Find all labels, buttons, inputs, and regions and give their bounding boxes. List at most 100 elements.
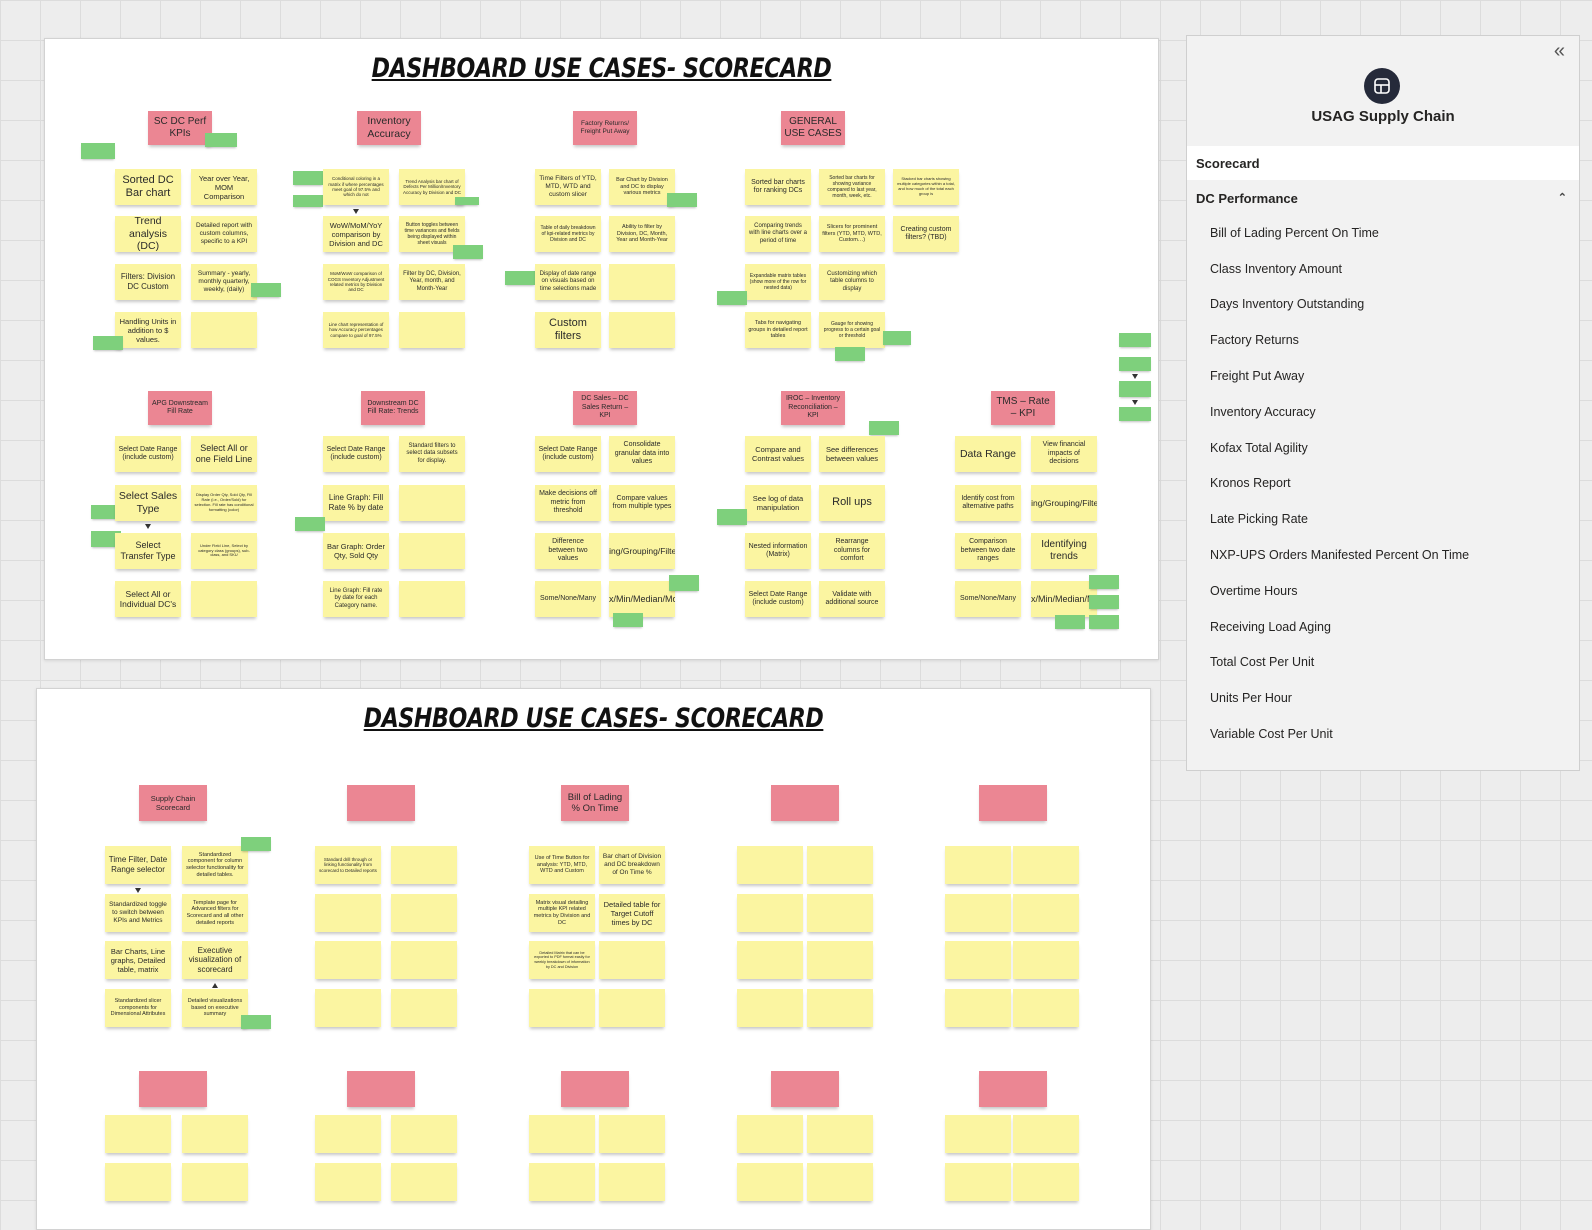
sticky-note[interactable]: Select Transfer Type — [115, 533, 181, 569]
sticky-note[interactable]: Standardized toggle to switch between KP… — [105, 894, 171, 932]
comment-sticky[interactable] — [241, 837, 271, 851]
sticky-note-empty[interactable] — [737, 1115, 803, 1153]
comment-sticky[interactable] — [613, 613, 643, 627]
sticky-note[interactable]: Rearrange columns for comfort — [819, 533, 885, 569]
sticky-note[interactable]: Line chart representation of how Accurac… — [323, 312, 389, 348]
sticky-note-empty[interactable] — [529, 989, 595, 1027]
sticky-note[interactable]: Standard filters to select data subsets … — [399, 436, 465, 472]
sticky-note[interactable]: Sorting/Grouping/Filtering — [1031, 485, 1097, 521]
sticky-note[interactable]: Comparing trends with line charts over a… — [745, 216, 811, 252]
sticky-note-empty[interactable] — [391, 846, 457, 884]
sticky-note-empty[interactable] — [191, 581, 257, 617]
comment-sticky[interactable] — [295, 517, 325, 531]
sticky-note[interactable]: Time Filter, Date Range selector — [105, 846, 171, 884]
sticky-note[interactable]: Identify cost from alternative paths — [955, 485, 1021, 521]
sticky-note-empty[interactable] — [1013, 941, 1079, 979]
nav-item[interactable]: Overtime Hours — [1187, 573, 1579, 609]
sticky-note[interactable]: Select All or one Field Line — [191, 436, 257, 472]
sticky-note-empty[interactable] — [737, 846, 803, 884]
sticky-note-empty[interactable] — [1013, 846, 1079, 884]
sticky-note[interactable]: Template page for Advanced filters for S… — [182, 894, 248, 932]
sticky-note[interactable]: Data Range — [955, 436, 1021, 472]
sticky-note-empty[interactable] — [391, 1163, 457, 1201]
sticky-note[interactable]: Detailed visualizations based on executi… — [182, 989, 248, 1027]
header-sticky-general-use-cases[interactable]: GENERAL USE CASES — [781, 111, 845, 145]
sticky-note-empty[interactable] — [945, 989, 1011, 1027]
header-sticky-supply-chain[interactable]: Supply Chain Scorecard — [139, 785, 207, 821]
sticky-note[interactable]: Difference between two values — [535, 533, 601, 569]
sticky-note[interactable]: Max/Min/Median/Mode — [609, 581, 675, 617]
sticky-note[interactable]: Line Graph: Fill rate by date for each C… — [323, 581, 389, 617]
sticky-note[interactable]: Creating custom filters? (TBD) — [893, 216, 959, 252]
comment-sticky[interactable] — [1089, 575, 1119, 589]
nav-item[interactable]: Factory Returns — [1187, 322, 1579, 358]
sticky-note-empty[interactable] — [1013, 989, 1079, 1027]
comment-sticky[interactable] — [667, 193, 697, 207]
sticky-note-empty[interactable] — [737, 1163, 803, 1201]
sticky-note[interactable]: MoM/WoW comparison of COGS Inventory Adj… — [323, 264, 389, 300]
comment-sticky[interactable] — [835, 347, 865, 361]
sticky-note-empty[interactable] — [807, 1163, 873, 1201]
comment-sticky[interactable] — [1055, 615, 1085, 629]
sticky-note-empty[interactable] — [182, 1163, 248, 1201]
sticky-note-empty[interactable] — [945, 894, 1011, 932]
header-sticky-inventory-accuracy[interactable]: Inventory Accuracy — [357, 111, 421, 145]
nav-item[interactable]: Kofax Total Agility — [1187, 430, 1579, 466]
sticky-note-empty[interactable] — [391, 894, 457, 932]
sticky-note-empty[interactable] — [599, 941, 665, 979]
header-sticky-empty[interactable] — [347, 785, 415, 821]
nav-item[interactable]: Units Per Hour — [1187, 680, 1579, 716]
sticky-note[interactable]: See log of data manipulation — [745, 485, 811, 521]
header-sticky-sc-dc-perf[interactable]: SC DC Perf KPIs — [148, 111, 212, 145]
sticky-note[interactable]: Executive visualization of scorecard — [182, 941, 248, 979]
sticky-note-empty[interactable] — [1013, 894, 1079, 932]
sticky-note[interactable]: Matrix visual detailing multiple KPI rel… — [529, 894, 595, 932]
sticky-note[interactable]: Sorted bar charts for showing variance c… — [819, 169, 885, 205]
comment-sticky[interactable] — [669, 575, 699, 591]
sticky-note-empty[interactable] — [399, 581, 465, 617]
header-sticky-empty[interactable] — [979, 1071, 1047, 1107]
comment-sticky[interactable] — [205, 133, 237, 147]
sticky-note[interactable]: Time Filters of YTD, MTD, WTD and custom… — [535, 169, 601, 205]
sticky-note[interactable]: Compare values from multiple types — [609, 485, 675, 521]
comment-sticky[interactable] — [93, 336, 123, 350]
sticky-note-empty[interactable] — [599, 1163, 665, 1201]
sticky-note-empty[interactable] — [399, 533, 465, 569]
sticky-note-empty[interactable] — [315, 1163, 381, 1201]
nav-item[interactable]: Class Inventory Amount — [1187, 251, 1579, 287]
sticky-note-empty[interactable] — [105, 1115, 171, 1153]
nav-item[interactable]: Freight Put Away — [1187, 358, 1579, 394]
sticky-note-empty[interactable] — [529, 1163, 595, 1201]
sticky-note[interactable]: WoW/MoM/YoY comparison by Division and D… — [323, 216, 389, 252]
comment-sticky[interactable] — [1119, 357, 1151, 371]
sticky-note[interactable]: Bar Charts, Line graphs, Detailed table,… — [105, 941, 171, 979]
sticky-note-empty[interactable] — [945, 1115, 1011, 1153]
sticky-note-empty[interactable] — [315, 941, 381, 979]
sticky-note[interactable]: Select Date Range (include custom) — [745, 581, 811, 617]
sticky-note[interactable]: Trend analysis (DC) — [115, 216, 181, 252]
sticky-note[interactable]: Consolidate granular data into values — [609, 436, 675, 472]
comment-sticky[interactable] — [453, 245, 483, 259]
comment-sticky[interactable] — [81, 143, 115, 159]
nav-item[interactable]: Late Picking Rate — [1187, 501, 1579, 537]
comment-sticky[interactable] — [505, 271, 535, 285]
sticky-note[interactable]: Detailed table for Target Cutoff times b… — [599, 894, 665, 932]
comment-sticky[interactable] — [717, 291, 747, 305]
sticky-note[interactable]: Detailed Matrix that can be exported to … — [529, 941, 595, 979]
sticky-note-empty[interactable] — [315, 989, 381, 1027]
sticky-note[interactable]: Sorting/Grouping/Filtering — [609, 533, 675, 569]
sticky-note[interactable]: Slicers for prominent filters (YTD, MTD,… — [819, 216, 885, 252]
nav-item[interactable]: Days Inventory Outstanding — [1187, 287, 1579, 323]
nav-item[interactable]: Receiving Load Aging — [1187, 609, 1579, 645]
sticky-note[interactable]: Customizing which table columns to displ… — [819, 264, 885, 300]
sticky-note[interactable]: Select Date Range (include custom) — [323, 436, 389, 472]
sticky-note-empty[interactable] — [105, 1163, 171, 1201]
sticky-note[interactable]: Some/None/Many — [535, 581, 601, 617]
nav-item[interactable]: Bill of Lading Percent On Time — [1187, 215, 1579, 251]
header-sticky-downstream-dc[interactable]: Downstream DC Fill Rate: Trends — [361, 391, 425, 425]
sticky-note[interactable]: Gauge for showing progress to a certain … — [819, 312, 885, 348]
sticky-note-empty[interactable] — [315, 1115, 381, 1153]
sticky-note[interactable]: Make decisions off metric from threshold — [535, 485, 601, 521]
sticky-note[interactable]: Summary - yearly, monthly quarterly, wee… — [191, 264, 257, 300]
sticky-note[interactable]: Nested information (Matrix) — [745, 533, 811, 569]
